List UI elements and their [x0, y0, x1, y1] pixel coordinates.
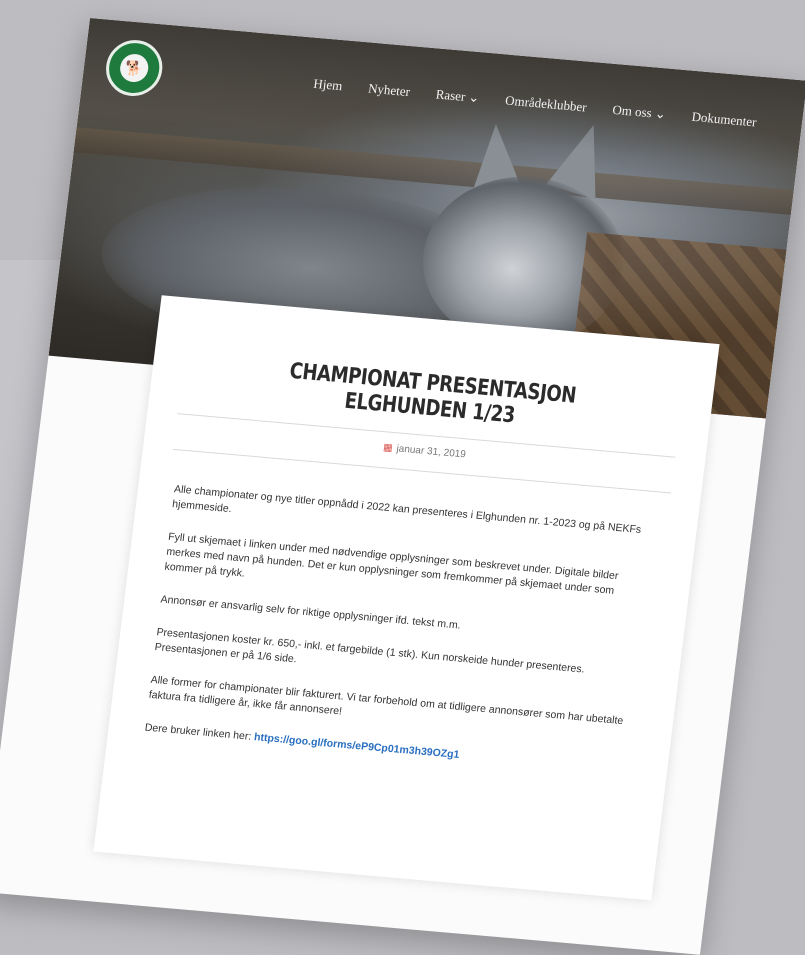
- article-card: CHAMPIONAT PRESENTASJON ELGHUNDEN 1/23 ▦…: [93, 295, 720, 901]
- article-body: Alle championater og nye titler oppnådd …: [144, 482, 661, 778]
- nav-item-dokumenter[interactable]: Dokumenter: [691, 109, 758, 131]
- dog-logo-icon: 🐕: [118, 52, 150, 84]
- main-nav: Hjem Nyheter Raser ⌄ Områdeklubber Om os…: [313, 76, 758, 131]
- nav-item-om-oss[interactable]: Om oss ⌄: [612, 102, 667, 123]
- calendar-icon: ▦: [382, 442, 394, 454]
- nav-item-hjem[interactable]: Hjem: [313, 76, 344, 94]
- nav-item-omradeklubber[interactable]: Områdeklubber: [504, 93, 587, 116]
- nav-item-raser[interactable]: Raser ⌄: [435, 86, 480, 106]
- article-title: CHAMPIONAT PRESENTASJON ELGHUNDEN 1/23: [288, 358, 578, 429]
- nav-item-nyheter[interactable]: Nyheter: [367, 81, 411, 101]
- date-text: januar 31, 2019: [395, 443, 467, 461]
- webpage: 🐕 Hjem Nyheter Raser ⌄ Områdeklubber Om …: [0, 18, 805, 955]
- form-link[interactable]: https://goo.gl/forms/eP9Cp01m3h39OZg1: [253, 731, 460, 761]
- link-prefix: Dere bruker linken her:: [144, 721, 255, 744]
- club-logo[interactable]: 🐕: [102, 37, 166, 99]
